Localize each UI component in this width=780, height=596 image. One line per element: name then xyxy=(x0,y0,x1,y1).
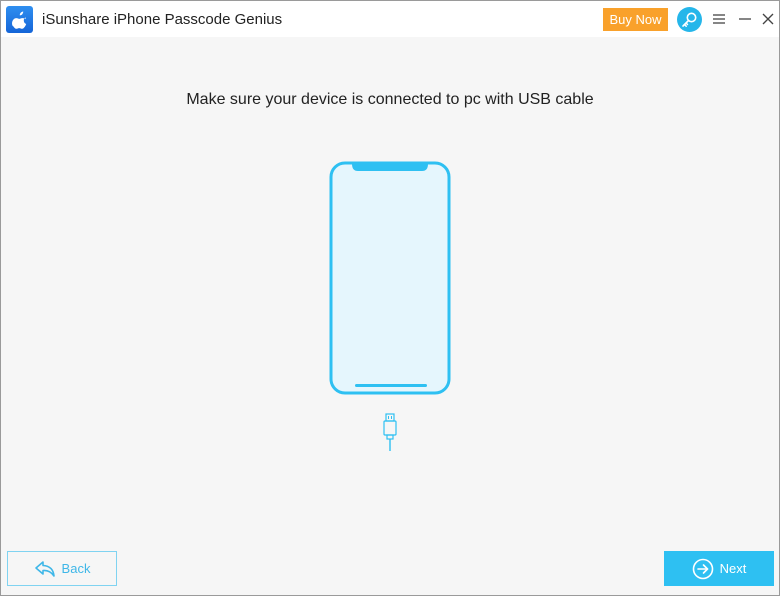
back-arrow-icon xyxy=(34,560,55,577)
title-bar: iSunshare iPhone Passcode Genius Buy Now xyxy=(1,1,779,37)
register-key-button[interactable] xyxy=(677,7,702,32)
minimize-icon xyxy=(739,18,751,20)
next-label: Next xyxy=(719,561,747,576)
close-button[interactable] xyxy=(758,9,778,29)
next-arrow-circle-icon xyxy=(692,558,713,579)
back-label: Back xyxy=(61,561,91,576)
hamburger-menu-icon xyxy=(713,14,725,24)
close-icon xyxy=(762,13,774,25)
minimize-button[interactable] xyxy=(735,9,755,29)
connection-instruction: Make sure your device is connected to pc… xyxy=(186,91,594,108)
app-logo xyxy=(6,6,33,33)
back-button[interactable]: Back xyxy=(7,551,117,586)
app-title: iSunshare iPhone Passcode Genius xyxy=(42,11,283,28)
menu-button[interactable] xyxy=(709,9,729,29)
apple-icon xyxy=(11,11,26,29)
key-icon xyxy=(682,12,697,27)
iphone-illustration xyxy=(329,161,451,395)
usb-cable-icon xyxy=(383,413,397,451)
next-button[interactable]: Next xyxy=(664,551,774,586)
buy-now-button[interactable]: Buy Now xyxy=(603,8,668,31)
